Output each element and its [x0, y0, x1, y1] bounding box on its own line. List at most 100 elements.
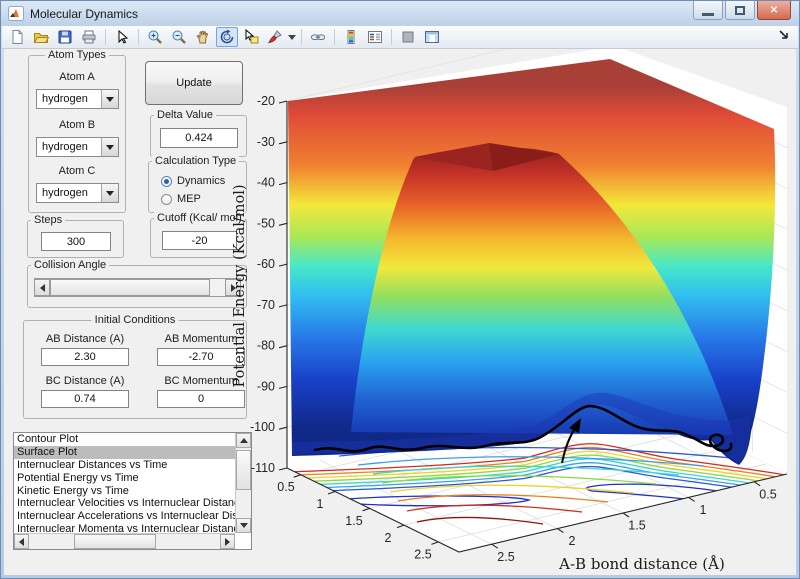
- svg-text:2.5: 2.5: [414, 548, 431, 562]
- radio-dynamics[interactable]: Dynamics: [161, 175, 225, 187]
- pan-button[interactable]: [192, 27, 214, 47]
- x-axis-label: A-B bond distance (Å): [558, 555, 725, 573]
- svg-text:2: 2: [385, 531, 392, 545]
- initial-conditions-title: Initial Conditions: [92, 314, 179, 326]
- list-item[interactable]: Potential Energy vs Time: [14, 472, 235, 485]
- hide-plot-tools-button[interactable]: [397, 27, 419, 47]
- open-folder-icon: [33, 29, 49, 45]
- cutoff-field[interactable]: [162, 231, 237, 250]
- list-item[interactable]: Contour Plot: [14, 433, 235, 446]
- pointer-button[interactable]: [111, 27, 133, 47]
- atom-c-value: hydrogen: [42, 187, 88, 199]
- horizontal-scroll-thumb[interactable]: [74, 534, 156, 549]
- svg-text:-40: -40: [257, 176, 275, 190]
- show-plot-tools-button[interactable]: [421, 27, 443, 47]
- window-title: Molecular Dynamics: [30, 7, 138, 21]
- initial-conditions-group: Initial Conditions AB Distance (A) AB Mo…: [23, 320, 247, 419]
- save-button[interactable]: [54, 27, 76, 47]
- maximize-button[interactable]: [725, 1, 755, 20]
- close-button[interactable]: ✕: [757, 1, 791, 20]
- save-floppy-icon: [57, 29, 73, 45]
- list-item[interactable]: Internuclear Accelerations vs Internucle…: [14, 510, 235, 523]
- rotate-3d-icon: [219, 29, 235, 45]
- atom-a-value: hydrogen: [42, 93, 88, 105]
- scroll-left-button[interactable]: [14, 534, 29, 549]
- toolbar-separator: [334, 29, 335, 45]
- atom-c-dropdown[interactable]: hydrogen: [36, 183, 119, 203]
- atom-types-group: Atom Types Atom A hydrogen Atom B hydrog…: [28, 55, 126, 213]
- bc-distance-field[interactable]: [41, 390, 129, 408]
- atom-b-dropdown[interactable]: hydrogen: [36, 137, 119, 157]
- z-axis-label: Potential Energy (Kcal/mol): [232, 184, 248, 387]
- legend-icon: [367, 29, 383, 45]
- atom-b-label: Atom B: [59, 119, 95, 131]
- insert-legend-button[interactable]: [364, 27, 386, 47]
- dock-figure-icon[interactable]: [779, 30, 790, 41]
- minimize-button[interactable]: [693, 1, 723, 20]
- arrow-left-icon: [40, 284, 45, 292]
- toolbar-separator: [391, 29, 392, 45]
- atom-c-label: Atom C: [59, 165, 96, 177]
- list-item-selected[interactable]: Surface Plot: [14, 446, 235, 459]
- svg-text:1.5: 1.5: [628, 519, 645, 533]
- svg-text:-80: -80: [257, 339, 275, 353]
- arrow-left-icon: [19, 538, 24, 546]
- svg-text:0.5: 0.5: [277, 480, 294, 494]
- toolbar-separator: [105, 29, 106, 45]
- update-button-label: Update: [176, 77, 211, 89]
- slider-thumb[interactable]: [50, 279, 210, 296]
- toolbar-separator: [301, 29, 302, 45]
- list-item[interactable]: Kinetic Energy vs Time: [14, 485, 235, 498]
- svg-text:-30: -30: [257, 135, 275, 149]
- zoom-in-icon: [147, 29, 163, 45]
- radio-mep[interactable]: MEP: [161, 193, 201, 205]
- atom-a-dropdown[interactable]: hydrogen: [36, 89, 119, 109]
- pan-hand-icon: [195, 29, 211, 45]
- plot-type-listbox[interactable]: Contour Plot Surface Plot Internuclear D…: [13, 432, 252, 550]
- figure-toolbar: [2, 26, 798, 49]
- printer-icon: [81, 29, 97, 45]
- potential-energy-surface: [288, 59, 775, 465]
- surface-plot-axes[interactable]: -20 -30 -40 -50 -60 -70 -80 -90 -100 -11…: [227, 49, 796, 575]
- zoom-out-button[interactable]: [168, 27, 190, 47]
- svg-text:-50: -50: [257, 216, 275, 230]
- atom-types-title: Atom Types: [45, 49, 109, 61]
- atom-b-value: hydrogen: [42, 141, 88, 153]
- brush-dropdown-caret[interactable]: [288, 27, 296, 47]
- radio-dynamics-label: Dynamics: [177, 175, 225, 187]
- list-item[interactable]: Internuclear Velocities vs Internuclear …: [14, 497, 235, 510]
- svg-text:2: 2: [569, 534, 576, 548]
- brush-button[interactable]: [264, 27, 286, 47]
- zoom-out-icon: [171, 29, 187, 45]
- slider-left-arrow[interactable]: [34, 279, 50, 296]
- cursor-arrow-icon: [114, 29, 130, 45]
- atom-a-label: Atom A: [59, 71, 94, 83]
- rotate-3d-button[interactable]: [216, 27, 238, 47]
- close-icon: ✕: [770, 5, 778, 16]
- hide-plot-tools-icon: [400, 29, 416, 45]
- radio-selected-icon: [161, 176, 172, 187]
- collision-angle-title: Collision Angle: [31, 259, 109, 271]
- horizontal-scrollbar[interactable]: [14, 533, 235, 549]
- bc-distance-label: BC Distance (A): [41, 375, 129, 387]
- dropdown-arrow-icon[interactable]: [101, 138, 118, 156]
- svg-text:-100: -100: [250, 420, 275, 434]
- data-cursor-button[interactable]: [240, 27, 262, 47]
- dropdown-arrow-icon[interactable]: [101, 90, 118, 108]
- link-plot-button[interactable]: [307, 27, 329, 47]
- svg-text:-110: -110: [251, 461, 275, 475]
- steps-field[interactable]: [41, 232, 111, 251]
- dropdown-arrow-icon[interactable]: [101, 184, 118, 202]
- steps-group: Steps: [27, 220, 124, 258]
- ab-distance-field[interactable]: [41, 348, 129, 366]
- ab-distance-label: AB Distance (A): [41, 333, 129, 345]
- chevron-down-icon: [288, 35, 296, 40]
- list-item[interactable]: Internuclear Distances vs Time: [14, 459, 235, 472]
- new-file-button[interactable]: [6, 27, 28, 47]
- insert-colorbar-button[interactable]: [340, 27, 362, 47]
- open-file-button[interactable]: [30, 27, 52, 47]
- zoom-in-button[interactable]: [144, 27, 166, 47]
- collision-angle-slider[interactable]: [34, 278, 241, 297]
- print-button[interactable]: [78, 27, 100, 47]
- delta-value-title: Delta Value: [154, 109, 216, 121]
